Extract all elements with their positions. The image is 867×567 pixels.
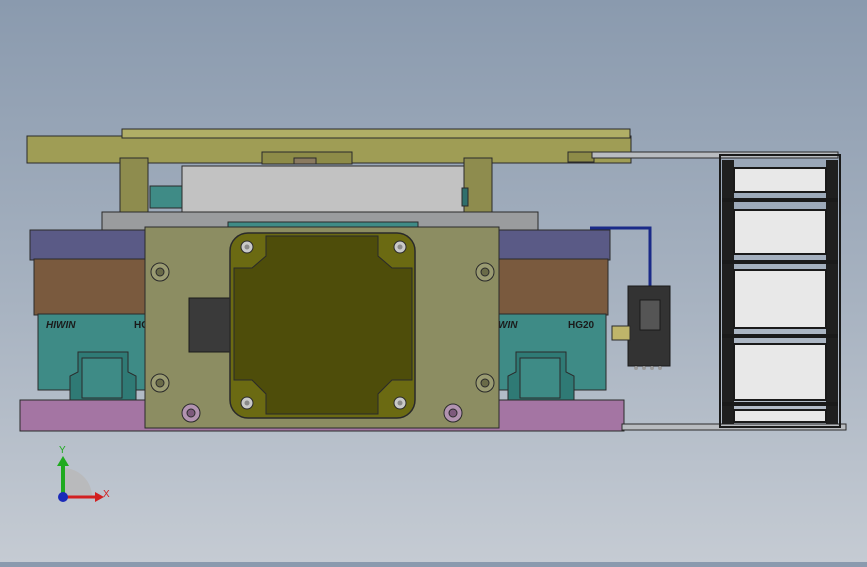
rail-brand-left: HIWIN bbox=[46, 320, 76, 331]
stepper-motor bbox=[229, 232, 416, 419]
motor-connector bbox=[188, 297, 236, 353]
linear-guide-right: WIN HG20 bbox=[497, 313, 607, 406]
top-plate bbox=[26, 128, 632, 165]
linear-guide-left: HIWIN HG bbox=[37, 313, 151, 406]
cad-viewport[interactable]: HIWIN HG WIN HG20 Y X bbox=[0, 0, 867, 562]
triad-y-label: Y bbox=[59, 445, 66, 456]
assembly-drawing: HIWIN HG WIN HG20 Y X bbox=[19, 128, 847, 502]
triad-x-label: X bbox=[103, 489, 110, 500]
support-blocks bbox=[101, 157, 539, 231]
rail-model-right: HG20 bbox=[568, 320, 595, 331]
rail-brand-right: WIN bbox=[498, 320, 518, 331]
cable-drag-chain bbox=[719, 154, 841, 428]
coordinate-triad-icon: Y X bbox=[57, 445, 110, 502]
